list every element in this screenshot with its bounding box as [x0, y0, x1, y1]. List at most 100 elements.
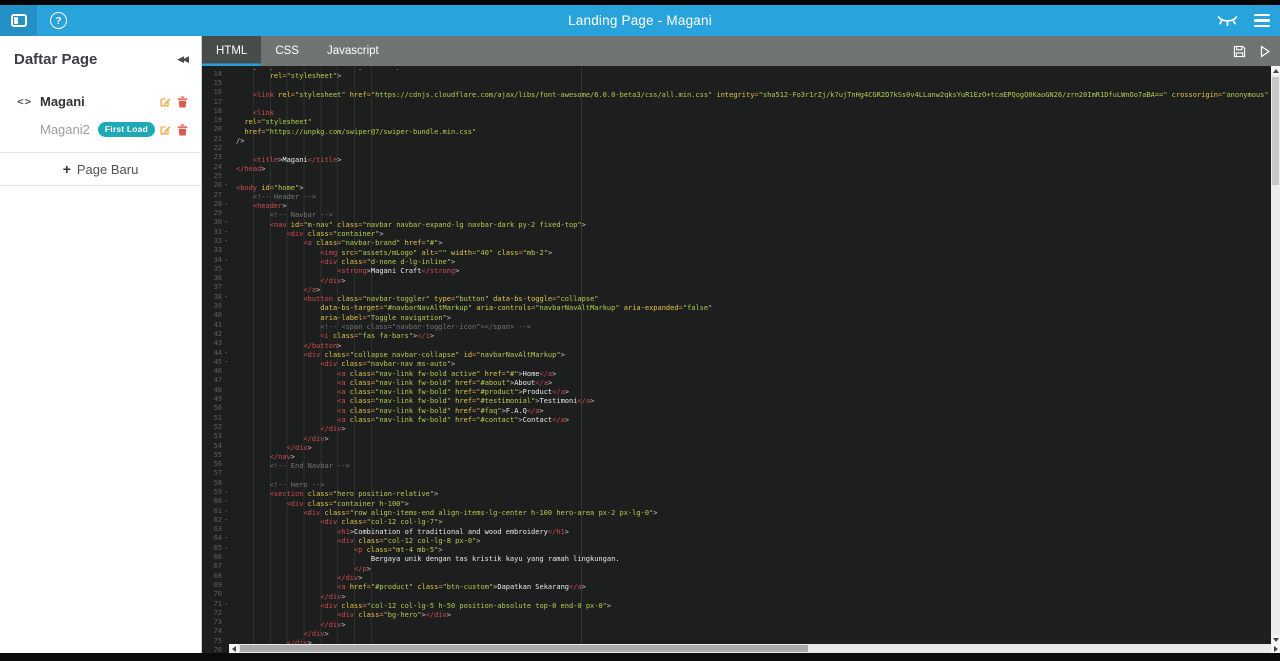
- code-line: <!-- Hero -->: [269, 481, 325, 490]
- line-number: 60-: [213, 497, 229, 506]
- line-number: 67: [213, 562, 222, 571]
- scroll-right-button[interactable]: [1271, 644, 1280, 653]
- line-number: 58: [213, 478, 222, 487]
- line-number: 72: [213, 608, 222, 617]
- code-icon: <>: [17, 95, 33, 108]
- triangle-down-icon: [1272, 637, 1279, 642]
- sidebar-toggle-button[interactable]: [0, 5, 37, 36]
- line-number: 20: [213, 125, 222, 134]
- help-button[interactable]: ?: [50, 12, 67, 29]
- code-line: <!-- Header -->: [252, 192, 317, 201]
- menu-button[interactable]: [1254, 13, 1270, 28]
- code-line: <body id="home">: [236, 183, 304, 192]
- code-line: <a href="#product" class="btn-custom">Da…: [337, 583, 586, 592]
- code-line: <a class="nav-link fw-bold active" href=…: [337, 369, 557, 378]
- closed-eye-icon: [1217, 16, 1238, 27]
- code-line: <div class="row align-items-end align-it…: [303, 508, 658, 517]
- tab-javascript[interactable]: Javascript: [313, 36, 393, 66]
- code-line: </p>: [354, 564, 371, 573]
- code-editor[interactable]: integrity="sha512-…" crossorigin="anonym…: [229, 66, 1280, 653]
- code-line: <a class="navbar-brand" href="#">: [303, 239, 443, 248]
- edit-page-icon[interactable]: [159, 124, 171, 136]
- new-page-button[interactable]: + Page Baru: [0, 152, 201, 186]
- code-line: <img src="assets/mLogo" alt="" width="40…: [320, 248, 553, 257]
- hide-preview-button[interactable]: [1217, 14, 1238, 27]
- line-number: 71-: [213, 599, 229, 608]
- help-icon: ?: [55, 14, 62, 27]
- delete-page-icon[interactable]: [177, 96, 188, 108]
- line-number: 18: [213, 106, 222, 115]
- page-name: Magani: [40, 94, 85, 109]
- sidebar-title: Daftar Page: [14, 51, 98, 68]
- code-line: <strong>Magani Craft</strong>: [337, 267, 460, 276]
- collapse-sidebar-icon[interactable]: ◀◀: [177, 54, 189, 65]
- sidebar-panel-icon: [10, 14, 27, 27]
- code-line: <div class="container h-100">: [286, 499, 409, 508]
- line-number: 49: [213, 395, 222, 404]
- code-line: </head>: [236, 164, 266, 173]
- code-line: <a class="nav-link fw-bold" href="#faq">…: [337, 406, 544, 415]
- line-number: 51: [213, 413, 222, 422]
- code-line: <p class="mt-4 mb-5">: [354, 546, 443, 555]
- window-bottom-strip: [0, 653, 1280, 661]
- code-line: href="https://unpkg.com/swiper@7/swiper-…: [244, 127, 477, 136]
- first-load-badge: First Load: [97, 121, 155, 138]
- scroll-left-button[interactable]: [229, 644, 238, 653]
- plus-icon: +: [62, 161, 71, 177]
- code-line: <link rel="stylesheet" href="https://cdn…: [252, 90, 1269, 99]
- line-number: 24: [213, 162, 222, 171]
- tab-html[interactable]: HTML: [202, 36, 262, 66]
- line-number: 57: [213, 469, 222, 478]
- page-list-item[interactable]: <> Magani: [0, 88, 201, 115]
- code-line: <h1>Combination of traditional and wood …: [337, 527, 569, 536]
- line-number: 19: [213, 116, 222, 125]
- run-button[interactable]: [1259, 45, 1271, 58]
- code-line: aria-label="Toggle navigation">: [320, 313, 451, 322]
- hamburger-icon: [1254, 13, 1270, 28]
- line-number: 21: [213, 134, 222, 143]
- app-header: ? Landing Page - Magani: [0, 5, 1280, 36]
- code-line: <div class="d-none d-lg-inline">: [320, 257, 456, 266]
- line-number: 23: [213, 153, 222, 162]
- line-number: 53: [213, 432, 222, 441]
- v-scrollbar-thumb[interactable]: [1272, 77, 1279, 185]
- code-line: <div class="bg-hero"></div>: [337, 611, 451, 620]
- scroll-down-button[interactable]: [1271, 635, 1280, 644]
- code-line: <div class="col-12 col-lg-5 h-50 positio…: [320, 601, 612, 610]
- line-number: 41: [213, 320, 222, 329]
- save-button[interactable]: [1233, 45, 1246, 58]
- line-number: 22: [213, 144, 222, 153]
- code-line: </div>: [303, 629, 329, 638]
- line-number: 46: [213, 367, 222, 376]
- line-number: 14: [213, 69, 222, 78]
- edit-page-icon[interactable]: [159, 96, 171, 108]
- line-number: 42: [213, 329, 222, 338]
- line-number: 52: [213, 422, 222, 431]
- code-line: <!-- Navbar -->: [269, 211, 333, 220]
- vertical-scrollbar[interactable]: [1271, 66, 1280, 644]
- code-line: </div>: [337, 574, 363, 583]
- line-number: 76: [213, 646, 222, 655]
- line-number: 39: [213, 302, 222, 311]
- page-name: Magani2: [40, 122, 90, 137]
- line-number: 25: [213, 171, 222, 180]
- code-line: <!-- End Navbar -->: [269, 462, 350, 471]
- horizontal-scrollbar[interactable]: [229, 644, 1280, 653]
- line-number: 43: [213, 339, 222, 348]
- page-list-item[interactable]: Magani2 First Load: [0, 116, 201, 143]
- tab-css[interactable]: CSS: [261, 36, 313, 66]
- line-number: 64-: [213, 534, 229, 543]
- delete-page-icon[interactable]: [177, 124, 188, 136]
- code-line: <div class="col-12 col-lg-7">: [320, 518, 443, 527]
- line-number: 69: [213, 580, 222, 589]
- triangle-right-icon: [1273, 645, 1278, 652]
- line-number: 70: [213, 590, 222, 599]
- code-line: rel="stylesheet">: [269, 72, 342, 80]
- scroll-up-button[interactable]: [1271, 66, 1280, 75]
- new-page-label: Page Baru: [76, 161, 139, 177]
- code-area: 14 15 16 17 18 19 20 21 22 23 24 25 26-27 28-29 30-31-…: [202, 66, 1280, 655]
- line-number: 59-: [213, 488, 229, 496]
- h-scrollbar-thumb[interactable]: [240, 645, 808, 652]
